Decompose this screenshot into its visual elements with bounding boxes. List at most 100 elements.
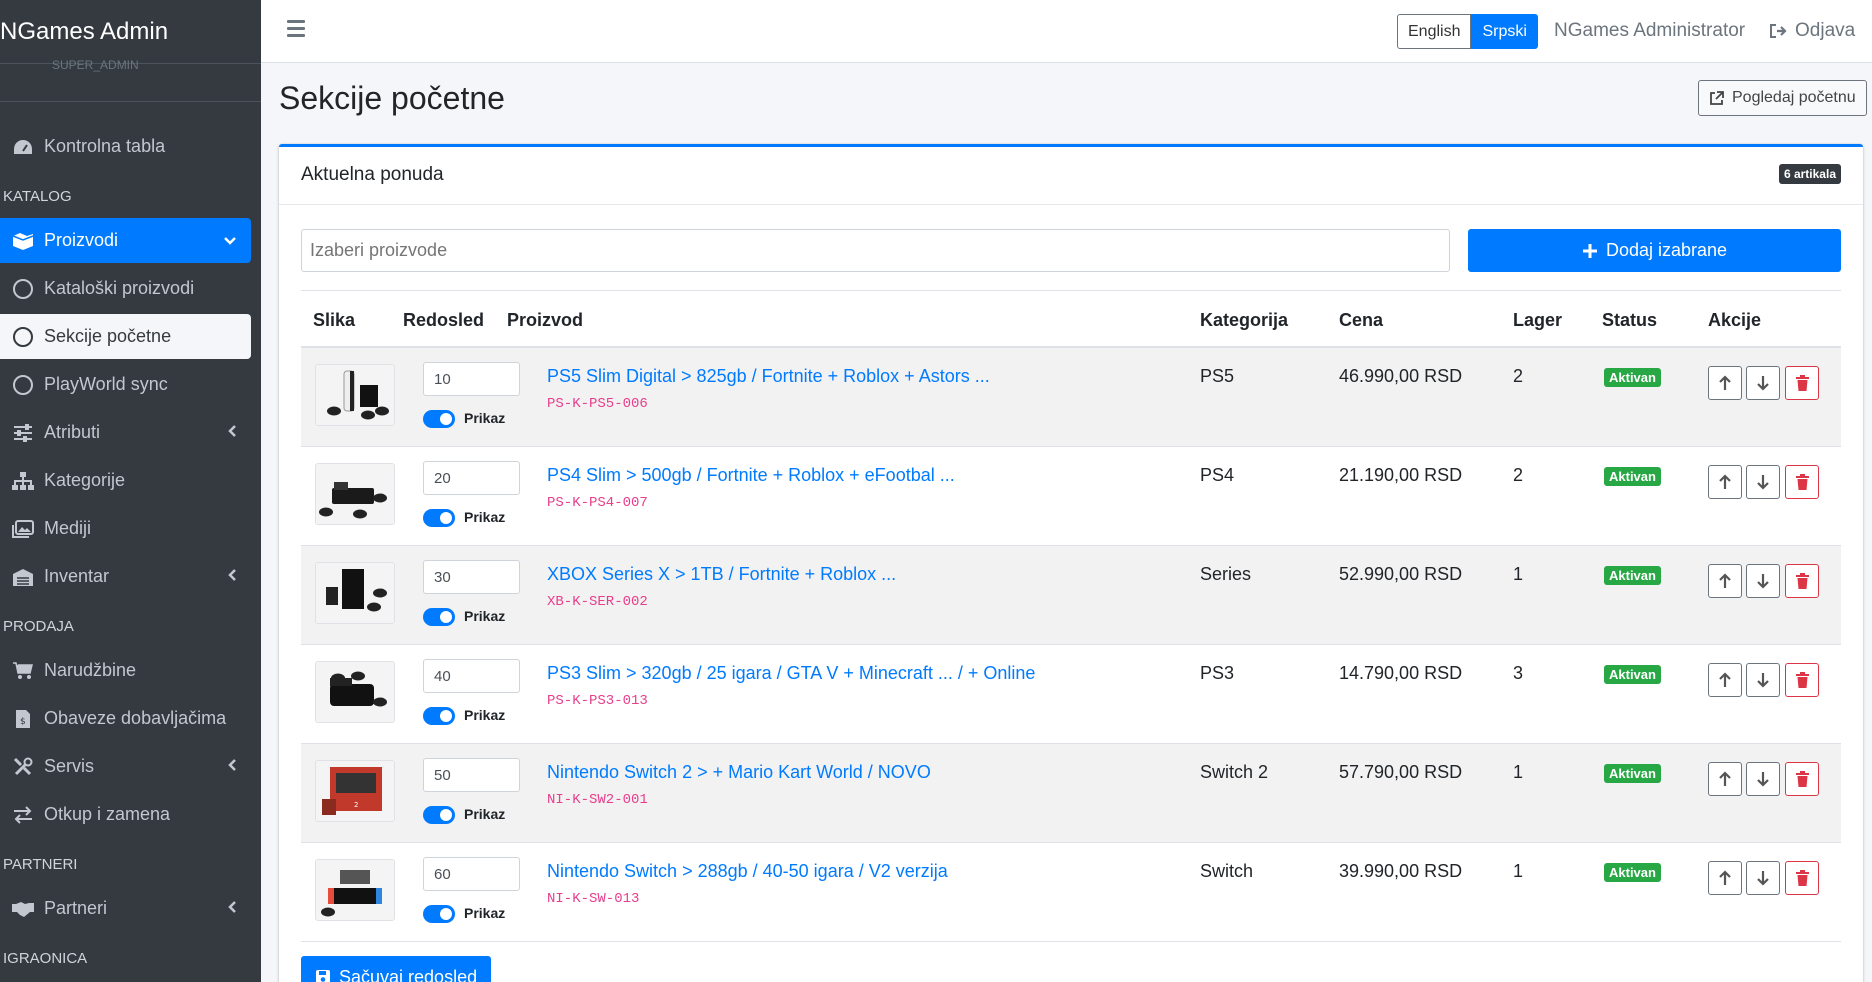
delete-button[interactable] (1785, 465, 1819, 499)
order-input[interactable] (423, 758, 520, 792)
sidebar-item-atributi[interactable]: Atributi (0, 410, 251, 455)
product-sku: XB-K-SER-002 (547, 594, 648, 610)
col-order: Redosled (403, 310, 485, 330)
product-category: PS5 (1200, 366, 1235, 386)
language-english-button[interactable]: English (1397, 14, 1472, 49)
product-link[interactable]: Nintendo Switch > 288gb / 40-50 igara / … (547, 861, 948, 882)
product-sku: NI-K-SW-013 (547, 891, 640, 907)
product-link[interactable]: PS3 Slim > 320gb / 25 igara / GTA V + Mi… (547, 663, 1035, 684)
display-toggle-label: Prikaz (464, 509, 506, 525)
display-toggle-label: Prikaz (464, 707, 506, 723)
menu-toggle-icon[interactable] (287, 20, 305, 41)
trash-icon (1795, 573, 1809, 589)
move-down-button[interactable] (1746, 762, 1780, 796)
arrow-up-icon (1719, 672, 1731, 687)
display-toggle[interactable] (423, 707, 455, 725)
display-toggle[interactable] (423, 509, 455, 527)
user-role: SUPER_ADMIN (52, 58, 139, 72)
product-link[interactable]: Nintendo Switch 2 > + Mario Kart World /… (547, 762, 931, 783)
sliders-icon (10, 422, 36, 444)
col-actions: Akcije (1708, 310, 1762, 330)
product-link[interactable]: PS5 Slim Digital > 825gb / Fortnite + Ro… (547, 366, 990, 387)
product-select-input[interactable] (301, 229, 1450, 272)
nav-header-katalog: KATALOG (3, 188, 72, 205)
product-stock: 1 (1513, 861, 1524, 881)
delete-button[interactable] (1785, 663, 1819, 697)
brand[interactable]: NGames Admin SUPER_ADMIN (0, 0, 261, 72)
sidebar-item-kategorije[interactable]: Kategorije (0, 458, 251, 503)
delete-button[interactable] (1785, 762, 1819, 796)
product-link[interactable]: XBOX Series X > 1TB / Fortnite + Roblox … (547, 564, 896, 585)
sidebar-item-katalo-ki-proizvodi[interactable]: Kataloški proizvodi (0, 266, 251, 311)
table-row: Prikaz PS5 Slim Digital > 825gb / Fortnit… (301, 348, 1841, 447)
language-srpski-button[interactable]: Srpski (1471, 14, 1538, 49)
order-input[interactable] (423, 362, 520, 396)
move-down-button[interactable] (1746, 663, 1780, 697)
move-down-button[interactable] (1746, 366, 1780, 400)
status-badge: Aktivan (1604, 467, 1661, 486)
arrow-down-icon (1757, 574, 1769, 589)
product-category: PS3 (1200, 663, 1235, 683)
product-link[interactable]: PS4 Slim > 500gb / Fortnite + Roblox + e… (547, 465, 955, 486)
sidebar-item-obaveze-dobavlja-ima[interactable]: $ Obaveze dobavljačima (0, 696, 251, 741)
display-toggle[interactable] (423, 806, 455, 824)
arrow-up-icon (1719, 474, 1731, 489)
display-toggle[interactable] (423, 905, 455, 923)
order-input[interactable] (423, 461, 520, 495)
sidebar-item-partneri[interactable]: Partneri (0, 886, 251, 931)
sidebar-item-label: Otkup i zamena (44, 804, 171, 824)
move-up-button[interactable] (1708, 564, 1742, 598)
sidebar-item-proizvodi[interactable]: Proizvodi (0, 218, 251, 263)
add-selected-button[interactable]: Dodaj izabrane (1468, 229, 1841, 272)
logout-link[interactable]: Odjava (1769, 20, 1855, 42)
save-order-button[interactable]: Sačuvaj redosled (301, 956, 492, 982)
sidebar-item-servis[interactable]: Servis (0, 744, 251, 789)
status-badge: Aktivan (1604, 665, 1661, 684)
sidebar-item-label: Atributi (44, 422, 101, 442)
trash-icon (1795, 771, 1809, 787)
chevron-left-icon (227, 758, 237, 775)
display-toggle-label: Prikaz (464, 806, 506, 822)
brand-text[interactable]: NGames Admin (0, 18, 168, 46)
sidebar-item-label: Sekcije početne (44, 326, 172, 346)
logout-label: Odjava (1795, 20, 1856, 41)
arrow-down-icon (1757, 673, 1769, 688)
product-price: 39.990,00 RSD (1339, 861, 1463, 881)
move-up-button[interactable] (1708, 663, 1742, 697)
col-image: Slika (313, 310, 356, 330)
order-input[interactable] (423, 857, 520, 891)
table-header: Slika Redosled Proizvod Kategorija Cena … (301, 291, 1841, 348)
display-toggle[interactable] (423, 608, 455, 626)
table-row: Prikaz XBOX Series X > 1TB / Fortnite + R… (301, 546, 1841, 645)
view-homepage-label: Pogledaj početnu (1732, 89, 1856, 106)
sidebar-item-otkup-i-zamena[interactable]: Otkup i zamena (0, 792, 251, 837)
move-up-button[interactable] (1708, 762, 1742, 796)
move-up-button[interactable] (1708, 861, 1742, 895)
product-thumbnail (315, 364, 395, 426)
move-down-button[interactable] (1746, 564, 1780, 598)
display-toggle[interactable] (423, 410, 455, 428)
section-card: Aktuelna ponuda 6 artikala Dodaj izabran… (279, 144, 1863, 982)
delete-button[interactable] (1785, 861, 1819, 895)
delete-button[interactable] (1785, 564, 1819, 598)
view-homepage-button[interactable]: Pogledaj početnu (1698, 80, 1867, 116)
admin-name[interactable]: NGames Administrator (1554, 20, 1745, 42)
move-down-button[interactable] (1746, 465, 1780, 499)
order-input[interactable] (423, 659, 520, 693)
order-input[interactable] (423, 560, 520, 594)
move-up-button[interactable] (1708, 465, 1742, 499)
move-up-button[interactable] (1708, 366, 1742, 400)
trash-icon (1795, 375, 1809, 391)
arrow-up-icon (1719, 771, 1731, 786)
status-badge: Aktivan (1604, 566, 1661, 585)
arrow-up-icon (1719, 375, 1731, 390)
sidebar-item-mediji[interactable]: Mediji (0, 506, 251, 551)
move-down-button[interactable] (1746, 861, 1780, 895)
sidebar-item-kontrolna-tabla[interactable]: Kontrolna tabla (0, 124, 251, 169)
sidebar-item-inventar[interactable]: Inventar (0, 554, 251, 599)
table-row: Prikaz PS3 Slim > 320gb / 25 igara / GTA … (301, 645, 1841, 744)
delete-button[interactable] (1785, 366, 1819, 400)
sidebar-item-playworld-sync[interactable]: PlayWorld sync (0, 362, 251, 407)
sidebar-item-sekcije-po-etne[interactable]: Sekcije početne (0, 314, 251, 359)
sidebar-item-narud-bine[interactable]: Narudžbine (0, 648, 251, 693)
